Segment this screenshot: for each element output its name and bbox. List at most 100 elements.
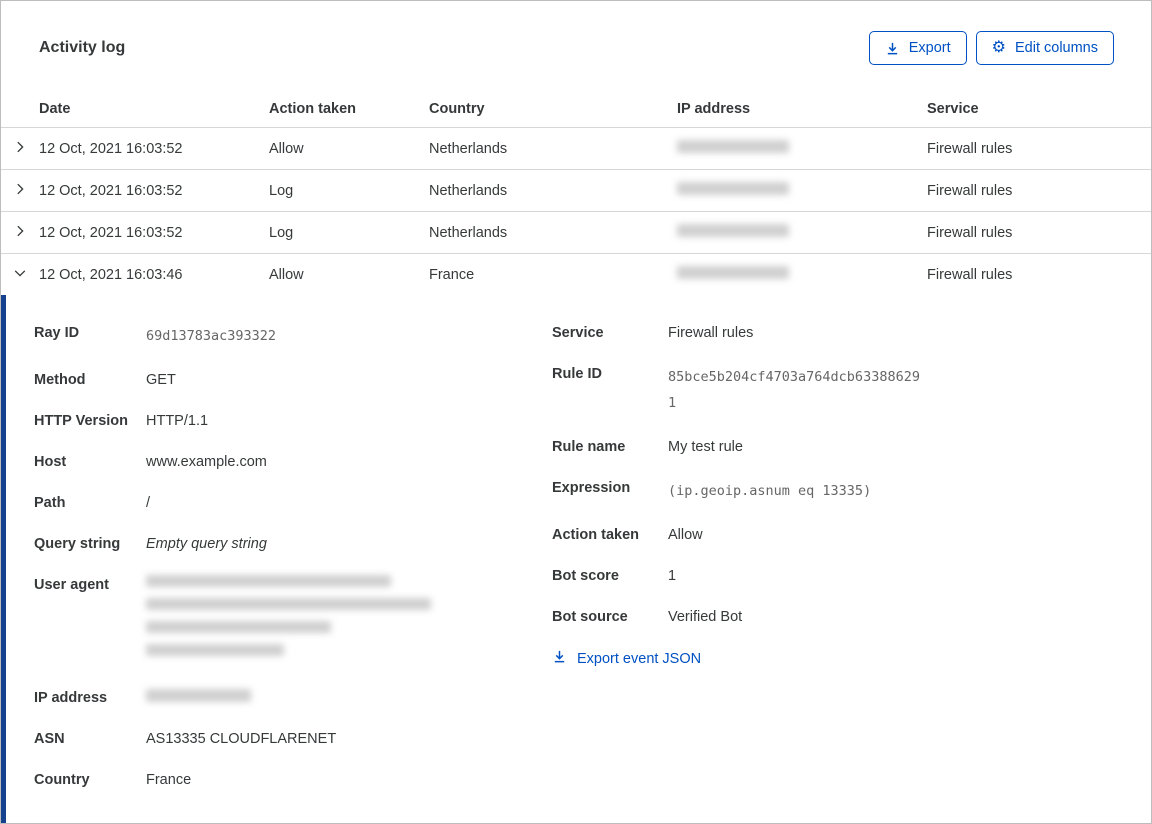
redacted-text-blur [146, 598, 431, 610]
export-event-json-label: Export event JSON [577, 650, 702, 667]
detail-label: Bot source [552, 609, 628, 625]
page-title: Activity log [39, 39, 126, 56]
redacted-ip-blur [677, 182, 789, 195]
cell-country: Netherlands [429, 140, 508, 157]
table-row[interactable]: 12 Oct, 2021 16:03:52 Log Netherlands Fi… [1, 211, 1151, 253]
chevron-right-icon [13, 140, 27, 158]
detail-value: Verified Bot [668, 609, 743, 625]
column-header-ip-address: IP address [677, 101, 751, 117]
event-detail-panel: Ray ID 69d13783ac393322 Method GET HTTP … [1, 295, 1151, 823]
export-event-json-link[interactable]: Export event JSON [552, 649, 701, 668]
cell-date: 12 Oct, 2021 16:03:52 [39, 140, 183, 157]
detail-label: HTTP Version [34, 413, 129, 429]
expand-row-button[interactable] [1, 212, 39, 253]
cell-date: 12 Oct, 2021 16:03:52 [39, 182, 183, 199]
detail-row-rule-name: Rule name My test rule [552, 437, 1151, 457]
chevron-right-icon [13, 224, 27, 242]
detail-row-bot-score: Bot score 1 [552, 566, 1151, 586]
cell-ip-address-redacted [677, 140, 927, 157]
detail-row-host: Host www.example.com [34, 452, 552, 472]
cell-country: Netherlands [429, 182, 508, 199]
detail-label: Query string [34, 536, 121, 552]
detail-value: www.example.com [146, 454, 267, 470]
detail-label: ASN [34, 731, 65, 747]
request-details-column: Ray ID 69d13783ac393322 Method GET HTTP … [34, 323, 552, 823]
detail-value: AS13335 CLOUDFLARENET [146, 731, 337, 747]
cell-service: Firewall rules [927, 182, 1013, 199]
cell-action-taken: Allow [269, 140, 304, 157]
detail-label: Service [552, 325, 604, 341]
detail-value-redacted [146, 575, 431, 667]
cell-date: 12 Oct, 2021 16:03:52 [39, 224, 183, 241]
detail-row-http-version: HTTP Version HTTP/1.1 [34, 411, 552, 431]
cell-country: Netherlands [429, 224, 508, 241]
detail-value: GET [146, 372, 176, 388]
detail-row-expression: Expression (ip.geoip.asnum eq 13335) [552, 478, 1151, 504]
edit-columns-button[interactable]: ⚙ Edit columns [975, 31, 1114, 65]
activity-log-table: Date Action taken Country IP address Ser… [1, 91, 1151, 823]
detail-label: Path [34, 495, 66, 511]
detail-row-method: Method GET [34, 370, 552, 390]
detail-label: Rule ID [552, 366, 602, 382]
column-header-date: Date [39, 101, 71, 117]
detail-value-redacted [146, 688, 251, 708]
detail-value: 85bce5b204cf4703a764dcb633886291 [668, 369, 920, 411]
redacted-ip-blur [146, 689, 251, 702]
detail-row-asn: ASN AS13335 CLOUDFLARENET [34, 729, 552, 749]
detail-row-query-string: Query string Empty query string [34, 534, 552, 554]
download-icon [552, 649, 567, 668]
detail-row-user-agent: User agent [34, 575, 552, 667]
redacted-ip-blur [677, 266, 789, 279]
collapse-row-button[interactable] [1, 254, 39, 295]
redacted-text-blur [146, 621, 331, 633]
cell-ip-address-redacted [677, 182, 927, 199]
cell-country: France [429, 266, 475, 283]
topbar: Activity log Export ⚙ Edit columns [1, 1, 1151, 65]
detail-row-ray-id: Ray ID 69d13783ac393322 [34, 323, 552, 349]
detail-row-country: Country France [34, 770, 552, 790]
redacted-ip-blur [677, 140, 789, 153]
download-icon [885, 41, 900, 56]
detail-row-bot-source: Bot source Verified Bot [552, 607, 1151, 627]
detail-label: Bot score [552, 568, 619, 584]
export-button-label: Export [908, 39, 951, 56]
column-header-action-taken: Action taken [269, 101, 357, 117]
redacted-text-blur [146, 575, 391, 587]
detail-label: Method [34, 372, 86, 388]
table-row[interactable]: 12 Oct, 2021 16:03:52 Allow Netherlands … [1, 127, 1151, 169]
table-row-expanded[interactable]: 12 Oct, 2021 16:03:46 Allow France Firew… [1, 253, 1151, 295]
detail-label: Host [34, 454, 67, 470]
detail-row-service: Service Firewall rules [552, 323, 1151, 343]
detail-value: France [146, 772, 192, 788]
cell-service: Firewall rules [927, 266, 1013, 283]
cell-service: Firewall rules [927, 224, 1013, 241]
detail-label: Action taken [552, 527, 640, 543]
cell-action-taken: Log [269, 224, 294, 241]
detail-row-ip-address: IP address [34, 688, 552, 708]
detail-value: Firewall rules [668, 325, 754, 341]
export-button[interactable]: Export [868, 31, 967, 65]
cell-action-taken: Log [269, 182, 294, 199]
expand-row-button[interactable] [1, 170, 39, 211]
top-actions: Export ⚙ Edit columns [868, 31, 1114, 65]
detail-value: Empty query string [146, 536, 267, 552]
table-row[interactable]: 12 Oct, 2021 16:03:52 Log Netherlands Fi… [1, 169, 1151, 211]
detail-label: Expression [552, 480, 631, 496]
detail-value: 1 [668, 568, 677, 584]
detail-value: HTTP/1.1 [146, 413, 209, 429]
cell-date: 12 Oct, 2021 16:03:46 [39, 266, 183, 283]
detail-value: Allow [668, 527, 703, 543]
detail-row-action-taken: Action taken Allow [552, 525, 1151, 545]
detail-label: Ray ID [34, 325, 80, 341]
activity-log-panel: Activity log Export ⚙ Edit columns Date … [0, 0, 1152, 824]
detail-row-path: Path / [34, 493, 552, 513]
table-header-row: Date Action taken Country IP address Ser… [1, 91, 1151, 127]
edit-columns-button-label: Edit columns [1014, 39, 1098, 56]
chevron-down-icon [13, 266, 27, 284]
cell-ip-address-redacted [677, 224, 927, 241]
expand-row-button[interactable] [1, 128, 39, 169]
detail-value: / [146, 495, 151, 511]
column-header-service: Service [927, 101, 979, 117]
redacted-text-blur [146, 644, 284, 656]
cell-action-taken: Allow [269, 266, 304, 283]
